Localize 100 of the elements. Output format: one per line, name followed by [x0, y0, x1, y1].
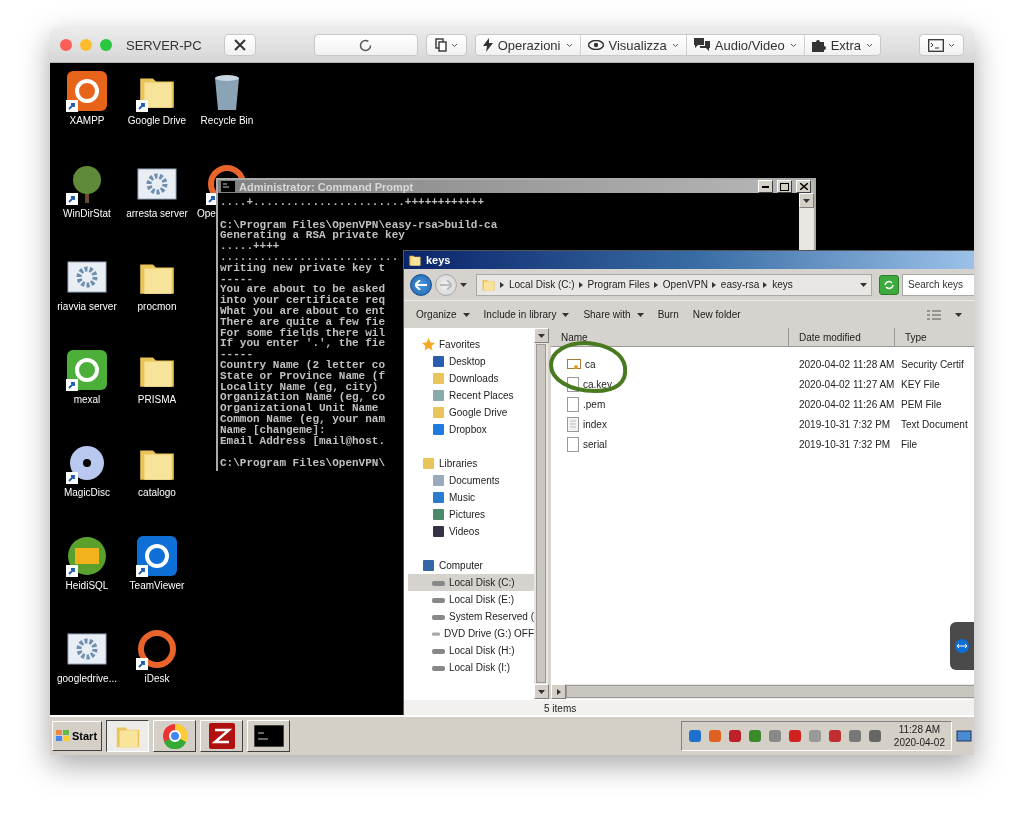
file-row[interactable]: index 2019-10-31 7:32 PM Text Document	[551, 414, 974, 434]
tray-icon[interactable]	[767, 729, 782, 743]
disconnect-button[interactable]	[223, 34, 256, 56]
scroll-up-button[interactable]	[534, 328, 549, 343]
column-header[interactable]: Name	[551, 328, 789, 346]
console-icon	[253, 725, 284, 747]
refresh-icon	[359, 38, 373, 52]
table-cell-text: PEM File	[900, 398, 943, 410]
nav-item[interactable]: Videos	[408, 523, 534, 540]
nav-item[interactable]: Local Disk (H:)	[408, 642, 534, 659]
console-line: There are quite a few fie	[220, 316, 386, 328]
back-button[interactable]	[410, 273, 432, 296]
column-header[interactable]: Date modified	[789, 328, 895, 346]
star-icon	[422, 338, 435, 351]
tray-icon[interactable]	[727, 729, 742, 743]
clock-time: 11:28 AM	[898, 723, 941, 736]
nav-section[interactable]: Favorites	[408, 336, 534, 353]
console-line: Email Address [mail@host.	[220, 435, 386, 447]
terminal-button[interactable]	[919, 34, 964, 56]
table-cell-text: 2020-04-02 11:26 AM	[798, 398, 895, 410]
nav-item[interactable]: Documents	[408, 472, 534, 489]
table-cell-text: Security Certif	[900, 358, 965, 370]
icon-label: HeidiSQL	[65, 580, 109, 591]
tray-icon[interactable]	[827, 729, 842, 743]
nav-item[interactable]: Google Drive	[408, 404, 534, 421]
toolbar-button[interactable]: Burn	[657, 309, 679, 320]
arrow-right-icon	[440, 279, 452, 290]
icon-label: Google Drive	[127, 115, 187, 126]
nav-item[interactable]: Local Disk (E:)	[408, 591, 534, 608]
table-cell-text: 2020-04-02 11:27 AM	[798, 378, 895, 390]
table-cell-text: File	[900, 438, 919, 450]
column-header[interactable]: Type	[895, 328, 974, 346]
file-icon	[567, 396, 579, 412]
nav-item[interactable]: Music	[408, 489, 534, 506]
window-title: SERVER-PC	[126, 37, 202, 53]
menu-button[interactable]: Visualizza	[580, 35, 687, 55]
icon-label: catalogo	[138, 487, 176, 498]
nav-item[interactable]: Local Disk (I:)	[408, 659, 534, 676]
start-button[interactable]: Start	[52, 721, 102, 751]
file-row[interactable]: ca 2020-04-02 11:28 AM Security Certif	[551, 354, 974, 374]
refresh-button[interactable]	[879, 274, 899, 295]
toolbar-button[interactable]: New folder	[692, 309, 741, 320]
breadcrumb[interactable]: Program Files	[578, 279, 650, 290]
breadcrumb[interactable]: Local Disk (C:)	[500, 279, 575, 290]
tray-icon[interactable]	[787, 729, 802, 743]
icon-label: Ope	[197, 208, 216, 219]
breadcrumb[interactable]: easy-rsa	[711, 279, 760, 290]
breadcrumb[interactable]: keys	[763, 279, 793, 290]
minimize-button[interactable]	[758, 180, 773, 193]
caret-right-icon	[578, 281, 583, 288]
nav-item[interactable]: Dropbox	[408, 421, 534, 438]
scrollbar-thumb[interactable]	[566, 685, 974, 698]
icon-label: arresta server	[126, 208, 188, 219]
nav-item[interactable]: DVD Drive (G:) OFF	[408, 625, 534, 642]
scroll-up-button[interactable]	[799, 193, 814, 208]
toolbar-button[interactable]: Share with	[583, 309, 644, 320]
show-desktop-icon[interactable]	[956, 729, 972, 743]
tray-icon[interactable]	[687, 729, 702, 743]
tray-icon[interactable]	[867, 729, 882, 743]
console-line: Organization Name (eg, co	[220, 392, 386, 404]
nav-item[interactable]: System Reserved (	[408, 608, 534, 625]
icon-label: XAMPP	[69, 115, 105, 126]
lightning-icon	[482, 38, 493, 52]
tray-icon[interactable]	[747, 729, 762, 743]
breadcrumb[interactable]: OpenVPN	[653, 279, 708, 290]
icon-label: PRISMA	[137, 394, 177, 405]
chevron-down-icon	[789, 42, 797, 48]
toolbar-button[interactable]: Include in library	[483, 309, 570, 320]
copy-icon	[434, 38, 447, 52]
nav-item[interactable]: Local Disk (C:)	[408, 574, 534, 591]
ring-icon	[136, 628, 178, 670]
maximize-button[interactable]	[777, 180, 792, 193]
nav-item[interactable]: Downloads	[408, 370, 534, 387]
console-line: -----	[220, 273, 253, 285]
menu-button[interactable]: Operazioni	[475, 35, 581, 55]
file-row[interactable]: serial 2019-10-31 7:32 PM File	[551, 434, 974, 454]
nav-item[interactable]: Recent Places	[408, 387, 534, 404]
menu-button[interactable]: Audio/Video	[686, 35, 805, 55]
nav-item[interactable]: Desktop	[408, 353, 534, 370]
menu-button[interactable]: Extra	[804, 35, 880, 55]
tray-icon[interactable]	[707, 729, 722, 743]
taskbar-app-button[interactable]	[106, 720, 149, 752]
tray-icon[interactable]	[847, 729, 862, 743]
close-button[interactable]	[796, 180, 811, 193]
scroll-down-button[interactable]	[534, 684, 549, 699]
nav-section[interactable]: Libraries	[408, 455, 534, 472]
address-bar[interactable]: Local Disk (C:) Program Files OpenVPN easy-rsa keys	[476, 273, 872, 296]
file-row[interactable]: .pem 2020-04-02 11:26 AM PEM File	[551, 394, 974, 414]
scrollbar-thumb[interactable]	[536, 344, 546, 683]
table-cell-text: 2019-10-31 7:32 PM	[798, 438, 892, 450]
search-field[interactable]: Search keys	[902, 273, 974, 296]
nav-item[interactable]: Pictures	[408, 506, 534, 523]
copy-button[interactable]	[425, 34, 467, 56]
console-line: State or Province Name (f	[220, 370, 386, 382]
scroll-left-button[interactable]	[551, 684, 566, 699]
side-panel-tab[interactable]	[950, 622, 974, 670]
toolbar-button[interactable]: Organize	[416, 309, 470, 320]
nav-section[interactable]: Computer	[408, 557, 534, 574]
file-icon	[567, 436, 579, 452]
file-row[interactable]: ca.key 2020-04-02 11:27 AM KEY File	[551, 374, 974, 394]
